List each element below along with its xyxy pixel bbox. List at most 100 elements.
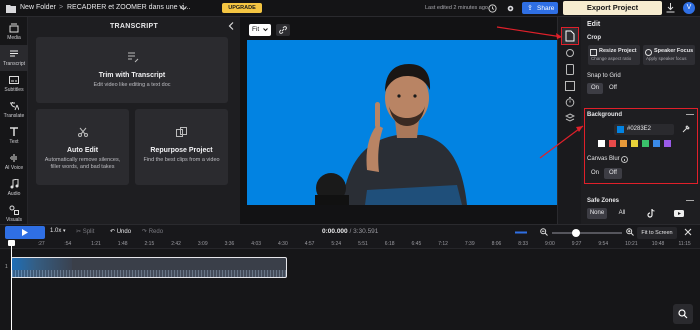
safe-zone-all-button[interactable]: All (614, 208, 630, 219)
download-icon[interactable] (666, 3, 675, 13)
translate-icon (9, 101, 19, 111)
auto-edit-card[interactable]: Auto Edit Automatically remove silences,… (36, 109, 129, 185)
youtube-icon[interactable] (674, 210, 684, 217)
rail-item-subtitles[interactable]: Subtitles (0, 71, 28, 97)
scissors-icon (78, 127, 88, 137)
ruler-tick: 8:33 (518, 241, 529, 247)
waveform-toggle-icon[interactable] (515, 229, 527, 236)
folder-breadcrumb[interactable]: New Folder (20, 4, 56, 11)
effects-icon[interactable] (565, 48, 575, 58)
collapse-chevron-icon[interactable] (228, 22, 234, 30)
play-button[interactable] (5, 226, 45, 239)
rail-label: Translate (3, 113, 25, 119)
zoom-slider-handle[interactable] (572, 229, 580, 237)
trim-with-transcript-card[interactable]: Trim with Transcript Edit video like edi… (36, 37, 228, 103)
ruler-tick: 9:00 (545, 241, 555, 247)
link-button[interactable] (276, 24, 290, 36)
video-canvas[interactable] (247, 40, 557, 205)
fit-dropdown[interactable]: Fit (249, 24, 271, 36)
close-icon[interactable] (684, 228, 692, 236)
rail-item-text[interactable]: Text (0, 123, 28, 149)
playhead-handle[interactable] (8, 240, 15, 246)
folder-icon[interactable] (6, 4, 16, 13)
ruler-tick: 10:21 (625, 241, 638, 247)
redo-label: Redo (148, 229, 164, 235)
export-label: Export Project (586, 3, 639, 12)
safe-zone-none-button[interactable]: None (587, 208, 607, 219)
gear-icon[interactable] (506, 4, 515, 13)
split-icon: ✂ (76, 229, 82, 235)
rail-item-transcript[interactable]: Transcript (0, 45, 28, 71)
ruler-tick: 5:24 (331, 241, 342, 247)
rail-label: Transcript (2, 61, 26, 67)
playhead[interactable] (8, 240, 15, 330)
rail-item-audio[interactable]: Audio (0, 175, 28, 201)
zoom-out-icon[interactable] (540, 228, 548, 236)
video-clip[interactable] (11, 257, 287, 278)
speaker-title: Speaker Focus (654, 48, 694, 54)
ruler-tick: :27 (37, 241, 45, 247)
safe-zones-label: Safe Zones (587, 198, 620, 204)
ruler-tick: 4:57 (304, 241, 315, 247)
upgrade-button[interactable]: UPGRADE (222, 3, 262, 13)
history-icon[interactable] (488, 4, 497, 13)
ruler-tick: 2:42 (171, 241, 181, 247)
crop-label: Crop (587, 35, 601, 41)
repurpose-desc: Find the best clips from a video (143, 157, 220, 163)
fit-to-screen-label: Fit to Screen (641, 230, 673, 236)
ruler-tick: 7:39 (464, 241, 475, 247)
ruler-tick: 7:12 (438, 241, 448, 247)
transcript-icon (9, 49, 19, 59)
zoom-slider[interactable] (552, 229, 622, 237)
left-rail: Media Transcript Subtitles Translate Tex… (0, 17, 28, 237)
highlight-box-background (584, 108, 698, 184)
chevron-down-icon[interactable] (180, 6, 187, 11)
ruler-tick: 1:48 (117, 241, 128, 247)
search-button[interactable] (673, 304, 693, 324)
tiktok-icon[interactable] (647, 209, 655, 218)
share-button[interactable]: ⇪ Share (522, 2, 558, 14)
visuals-icon (9, 205, 19, 215)
timeline-ruler[interactable]: :0:27:541:211:482:152:423:093:364:034:30… (0, 240, 700, 249)
phone-icon[interactable] (566, 64, 574, 75)
ruler-tick: 4:30 (278, 241, 288, 247)
ruler-tick: 6:18 (384, 241, 395, 247)
speed-select[interactable]: 1.0x ▾ (50, 228, 70, 238)
link-icon (279, 26, 287, 34)
project-title[interactable]: RECADRER et ZOOMER dans une vi... (67, 4, 190, 11)
rail-label: Subtitles (4, 87, 24, 93)
avatar[interactable]: V (683, 2, 695, 14)
resize-project-button[interactable]: Resize Project Change aspect ratio (588, 45, 640, 65)
edit-panel: Edit Crop Resize Project Change aspect r… (581, 17, 700, 237)
zoom-in-icon[interactable] (626, 228, 634, 236)
split-button[interactable]: ✂ Split (76, 228, 94, 235)
ruler-tick: :54 (64, 241, 72, 247)
time-display: 0:00.000 / 3:30.591 (322, 228, 378, 235)
redo-button[interactable]: ↷ Redo (142, 228, 163, 235)
chevron-down-icon: ▾ (63, 228, 66, 234)
more-icon[interactable] (686, 200, 694, 201)
subtitles-icon (9, 75, 19, 85)
auto-edit-title: Auto Edit (66, 147, 99, 154)
snap-on-toggle[interactable]: On (587, 83, 603, 94)
aspect-icon[interactable] (565, 81, 575, 91)
snap-off-toggle[interactable]: Off (605, 83, 621, 94)
text-icon (9, 127, 19, 137)
rail-item-ai-voice[interactable]: AI Voice (0, 149, 28, 175)
resize-desc: Change aspect ratio (591, 56, 632, 61)
timer-icon[interactable] (565, 97, 575, 107)
layers-icon[interactable] (565, 113, 575, 123)
export-project-button[interactable]: Export Project (563, 1, 662, 15)
rail-item-translate[interactable]: Translate (0, 97, 28, 123)
none-label: None (589, 210, 605, 216)
play-icon (22, 229, 28, 236)
fit-label: Fit (252, 26, 260, 33)
auto-edit-desc: Automatically remove silences, filler wo… (44, 157, 121, 170)
speaker-focus-button[interactable]: Speaker Focus Apply speaker focus (643, 45, 695, 65)
undo-button[interactable]: ↶ Undo (110, 228, 131, 235)
speaker-desc: Apply speaker focus (646, 56, 687, 61)
chevron-down-icon (263, 28, 268, 32)
rail-item-media[interactable]: Media (0, 19, 28, 45)
repurpose-project-card[interactable]: Repurpose Project Find the best clips fr… (135, 109, 228, 185)
fit-to-screen-button[interactable]: Fit to Screen (637, 227, 677, 239)
